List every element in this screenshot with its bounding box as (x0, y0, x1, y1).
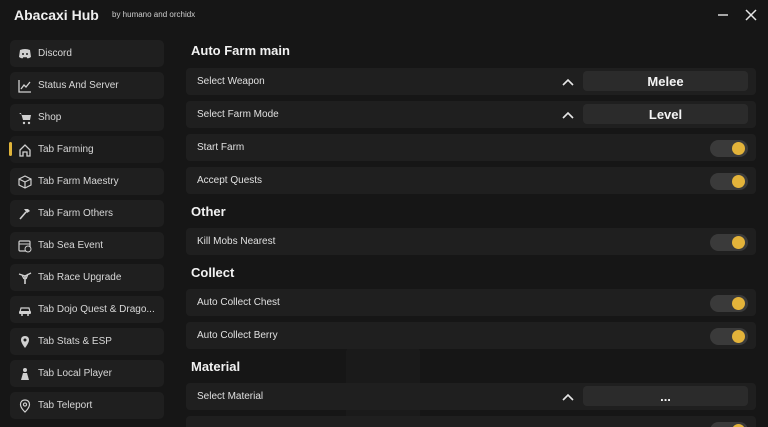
hammer-icon (18, 207, 32, 221)
sidebar-item-tab-race-upgrade[interactable]: Tab Race Upgrade (10, 264, 164, 291)
section-title-material: Material (191, 359, 241, 374)
person-icon (18, 367, 32, 381)
sidebar-item-label: Status And Server (38, 80, 119, 91)
sidebar-item-label: Tab Stats & ESP (38, 336, 112, 347)
partial-row[interactable] (186, 416, 756, 427)
minimize-button[interactable] (712, 4, 734, 26)
toggle-knob (732, 297, 745, 310)
kill-mobs-label: Kill Mobs Nearest (197, 236, 276, 247)
sidebar-item-label: Tab Teleport (38, 400, 93, 411)
sidebar-item-label: Tab Dojo Quest & Drago... (38, 304, 155, 315)
sidebar-item-label: Tab Farm Others (38, 208, 114, 219)
sidebar-item-shop[interactable]: Shop (10, 104, 164, 131)
chart-icon (18, 79, 32, 93)
close-button[interactable] (740, 4, 762, 26)
sidebar-item-tab-sea-event[interactable]: Tab Sea Event (10, 232, 164, 259)
sidebar-item-tab-stats-esp[interactable]: Tab Stats & ESP (10, 328, 164, 355)
auto-collect-chest-toggle[interactable] (710, 295, 748, 312)
select-weapon-row[interactable]: Select Weapon Melee (186, 68, 756, 95)
sidebar-item-label: Discord (38, 48, 72, 59)
sidebar-item-label: Tab Local Player (38, 368, 112, 379)
select-farm-mode-row[interactable]: Select Farm Mode Level (186, 101, 756, 128)
start-farm-toggle[interactable] (710, 140, 748, 157)
select-weapon-label: Select Weapon (197, 76, 265, 87)
start-farm-row[interactable]: Start Farm (186, 134, 756, 161)
section-title-auto-farm: Auto Farm main (191, 43, 290, 58)
section-title-collect: Collect (191, 265, 235, 280)
sidebar-item-label: Tab Farm Maestry (38, 176, 119, 187)
kill-mobs-toggle[interactable] (710, 234, 748, 251)
kill-mobs-row[interactable]: Kill Mobs Nearest (186, 228, 756, 255)
toggle-knob (732, 236, 745, 249)
sidebar-item-label: Tab Race Upgrade (38, 272, 122, 283)
partial-toggle[interactable] (710, 422, 748, 427)
tree-icon (18, 271, 32, 285)
car-icon (18, 303, 32, 317)
toggle-knob (732, 330, 745, 343)
select-material-label: Select Material (197, 391, 264, 402)
cube-icon (18, 174, 32, 189)
auto-collect-berry-toggle[interactable] (710, 328, 748, 345)
select-material-row[interactable]: Select Material ... (186, 383, 756, 410)
hub-window: Abacaxi Hub by humano and orchidx Discor… (0, 0, 768, 427)
cart-icon (18, 111, 32, 125)
home-icon (18, 143, 32, 157)
toggle-knob (732, 175, 745, 188)
location-icon (18, 398, 32, 413)
title-bar: Abacaxi Hub by humano and orchidx (0, 0, 768, 32)
calendar-clock-icon (18, 239, 32, 253)
chevron-up-icon[interactable] (561, 108, 575, 122)
material-dropdown[interactable]: ... (583, 386, 748, 406)
sidebar-item-label: Tab Sea Event (38, 240, 104, 251)
sidebar-item-tab-farm-others[interactable]: Tab Farm Others (10, 200, 164, 227)
toggle-knob (732, 142, 745, 155)
app-title: Abacaxi Hub (14, 7, 99, 23)
auto-collect-berry-label: Auto Collect Berry (197, 330, 278, 341)
sidebar-item-label: Tab Farming (38, 144, 94, 155)
accept-quests-row[interactable]: Accept Quests (186, 167, 756, 194)
select-farm-mode-label: Select Farm Mode (197, 109, 279, 120)
farm-mode-dropdown[interactable]: Level (583, 104, 748, 124)
auto-collect-chest-label: Auto Collect Chest (197, 297, 280, 308)
accept-quests-toggle[interactable] (710, 173, 748, 190)
app-subtitle: by humano and orchidx (112, 10, 196, 19)
auto-collect-chest-row[interactable]: Auto Collect Chest (186, 289, 756, 316)
start-farm-label: Start Farm (197, 142, 245, 153)
sidebar-item-tab-dojo-quest[interactable]: Tab Dojo Quest & Drago... (10, 296, 164, 323)
auto-collect-berry-row[interactable]: Auto Collect Berry (186, 322, 756, 349)
pin-icon (18, 335, 32, 349)
chevron-up-icon[interactable] (561, 75, 575, 89)
active-indicator (9, 142, 12, 156)
chevron-up-icon[interactable] (561, 390, 575, 404)
sidebar-item-tab-farming[interactable]: Tab Farming (9, 136, 164, 163)
sidebar-item-discord[interactable]: Discord (10, 40, 164, 67)
sidebar-item-tab-farm-maestry[interactable]: Tab Farm Maestry (10, 168, 164, 195)
minimize-icon (718, 14, 728, 16)
sidebar-item-tab-local-player[interactable]: Tab Local Player (10, 360, 164, 387)
close-icon (745, 9, 757, 21)
sidebar-item-status-and-server[interactable]: Status And Server (10, 72, 164, 99)
discord-icon (18, 47, 32, 61)
sidebar-item-tab-teleport[interactable]: Tab Teleport (10, 392, 164, 419)
accept-quests-label: Accept Quests (197, 175, 263, 186)
weapon-dropdown[interactable]: Melee (583, 71, 748, 91)
sidebar-item-label: Shop (38, 112, 62, 123)
section-title-other: Other (191, 204, 226, 219)
